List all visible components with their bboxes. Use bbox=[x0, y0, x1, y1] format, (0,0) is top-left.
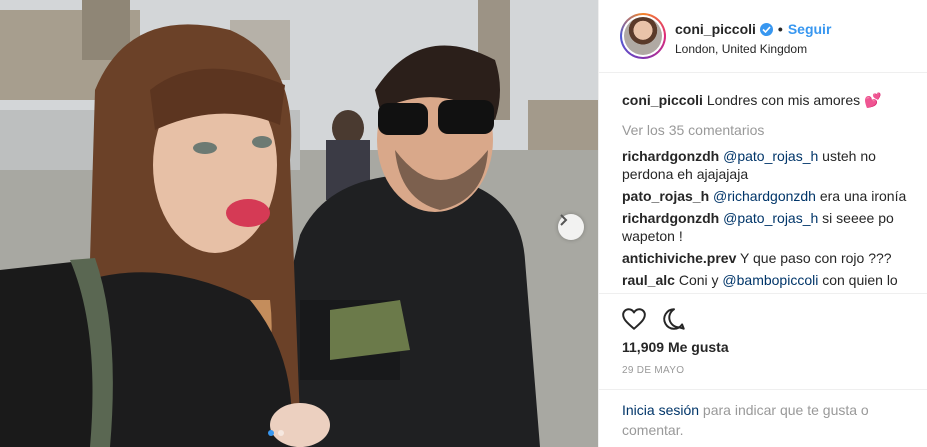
avatar[interactable] bbox=[620, 13, 666, 59]
caption-username[interactable]: coni_piccoli bbox=[622, 92, 703, 108]
comment-text: Y que paso con rojo ??? bbox=[740, 250, 892, 266]
follow-button[interactable]: Seguir bbox=[788, 21, 832, 37]
comment: richardgonzdh @pato_rojas_h usteh no per… bbox=[622, 147, 912, 183]
comment-text: con quien lo bbox=[818, 272, 898, 288]
chevron-right-icon bbox=[560, 214, 568, 226]
post-date: 29 DE MAYO bbox=[622, 365, 685, 376]
verified-icon bbox=[759, 22, 773, 36]
login-link[interactable]: Inicia sesión bbox=[622, 402, 699, 418]
photo-illustration bbox=[0, 0, 598, 447]
likes-count[interactable]: 11,909 Me gusta bbox=[622, 339, 729, 355]
carousel-dots bbox=[268, 430, 284, 436]
comment-username[interactable]: pato_rojas_h bbox=[622, 188, 709, 204]
caption-emoji: 💕 bbox=[864, 92, 882, 108]
comment: pato_rojas_h @richardgonzdh era una iron… bbox=[622, 187, 912, 205]
post-side-panel: coni_piccoli • Seguir London, United Kin… bbox=[598, 0, 927, 447]
caption: coni_piccoli Londres con mis amores 💕 bbox=[622, 91, 912, 109]
comment-mention[interactable]: @pato_rojas_h bbox=[723, 210, 818, 226]
comment-mention[interactable]: @pato_rojas_h bbox=[723, 148, 818, 164]
comments-list: coni_piccoli Londres con mis amores 💕 Ve… bbox=[622, 91, 912, 289]
next-photo-button[interactable] bbox=[558, 214, 584, 240]
separator: • bbox=[777, 21, 783, 37]
comment-prefix: Coni y bbox=[678, 272, 723, 288]
action-bar: 11,909 Me gusta 29 DE MAYO bbox=[599, 293, 927, 403]
comment-mention[interactable]: @bambopiccoli bbox=[722, 272, 818, 288]
comment-username[interactable]: raul_alc bbox=[622, 272, 675, 288]
comment-mention[interactable]: @richardgonzdh bbox=[713, 188, 816, 204]
caption-text: Londres con mis amores bbox=[706, 92, 861, 108]
comment-username[interactable]: antichiviche.prev bbox=[622, 250, 736, 266]
comment-username[interactable]: richardgonzdh bbox=[622, 148, 719, 164]
view-all-comments-link[interactable]: Ver los 35 comentarios bbox=[622, 122, 912, 138]
comment-username[interactable]: richardgonzdh bbox=[622, 210, 719, 226]
comment: raul_alc Coni y @bambopiccoli con quien … bbox=[622, 271, 912, 289]
comment: richardgonzdh @pato_rojas_h si seeee po … bbox=[622, 209, 912, 245]
header-username[interactable]: coni_piccoli bbox=[675, 21, 756, 37]
post-header: coni_piccoli • Seguir London, United Kin… bbox=[599, 0, 927, 73]
login-prompt: Inicia sesión para indicar que te gusta … bbox=[599, 389, 927, 440]
comment-icon[interactable] bbox=[661, 306, 687, 332]
carousel-dot bbox=[278, 430, 284, 436]
comment: antichiviche.prev Y que paso con rojo ??… bbox=[622, 249, 912, 267]
carousel-dot-active bbox=[268, 430, 274, 436]
location-link[interactable]: London, United Kingdom bbox=[675, 42, 807, 56]
post-photo[interactable] bbox=[0, 0, 598, 447]
header-user-line: coni_piccoli • Seguir bbox=[675, 21, 831, 37]
heart-icon[interactable] bbox=[621, 306, 647, 332]
comment-text: era una ironía bbox=[815, 188, 907, 204]
